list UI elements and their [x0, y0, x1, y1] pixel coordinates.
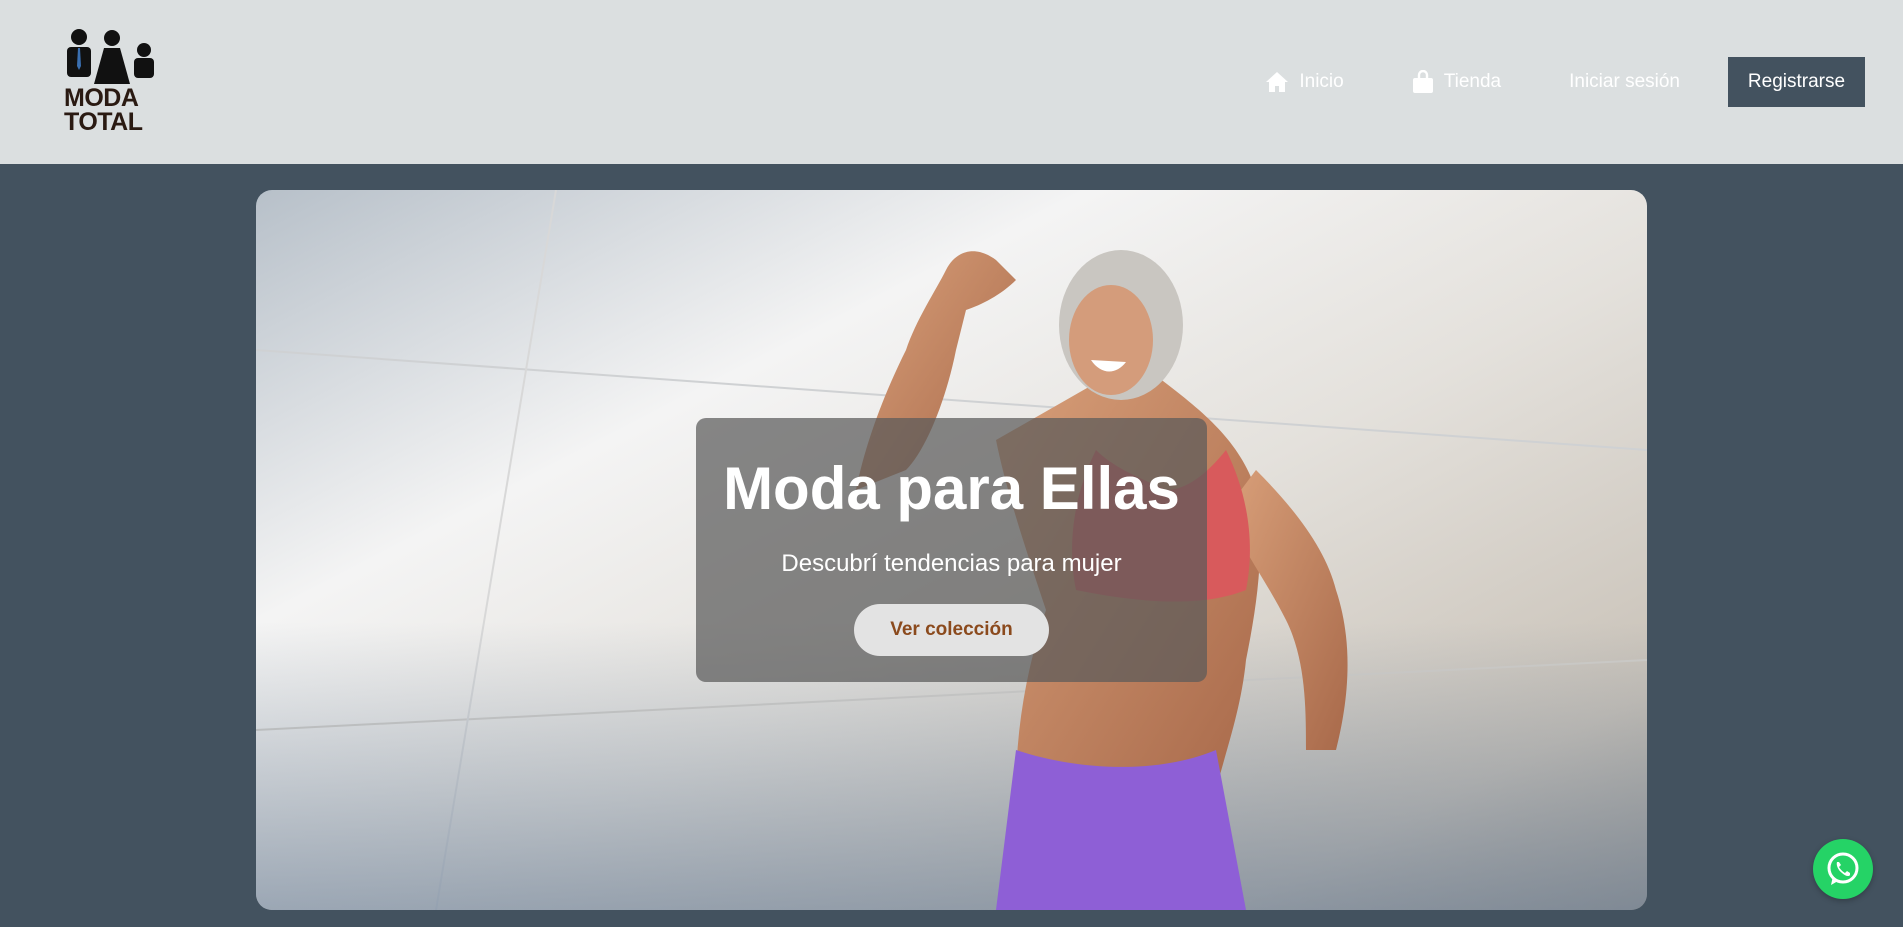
main-nav: Inicio Tienda Iniciar sesión Registrarse — [1265, 57, 1865, 107]
hero-subtitle: Descubrí tendencias para mujer — [781, 550, 1122, 577]
view-collection-button[interactable]: Ver colección — [854, 604, 1049, 656]
top-header: MODA TOTAL Inicio Tienda Iniciar sesión … — [0, 0, 1903, 164]
home-icon — [1266, 72, 1289, 92]
nav-item-inicio[interactable]: Inicio — [1265, 57, 1344, 107]
nav-item-label: Inicio — [1299, 71, 1344, 92]
hero-title: Moda para Ellas — [723, 455, 1180, 522]
shopping-bag-icon — [1412, 70, 1433, 93]
whatsapp-icon — [1827, 852, 1859, 885]
brand-wordmark: MODA TOTAL — [64, 84, 143, 136]
nav-item-tienda[interactable]: Tienda — [1412, 57, 1501, 107]
family-figures-icon — [67, 29, 154, 84]
whatsapp-button[interactable] — [1813, 839, 1873, 899]
nav-item-label: Iniciar sesión — [1569, 71, 1680, 92]
nav-item-label: Tienda — [1443, 71, 1502, 92]
brand-line-1: MODA — [64, 84, 139, 112]
register-button[interactable]: Registrarse — [1728, 57, 1865, 107]
hero-banner: Moda para Ellas Descubrí tendencias para… — [256, 190, 1647, 910]
brand-line-2: TOTAL — [64, 108, 143, 136]
brand-logo[interactable]: MODA TOTAL — [62, 28, 162, 138]
hero-overlay: Moda para Ellas Descubrí tendencias para… — [696, 418, 1207, 682]
nav-item-iniciar-sesion[interactable]: Iniciar sesión — [1569, 57, 1680, 107]
